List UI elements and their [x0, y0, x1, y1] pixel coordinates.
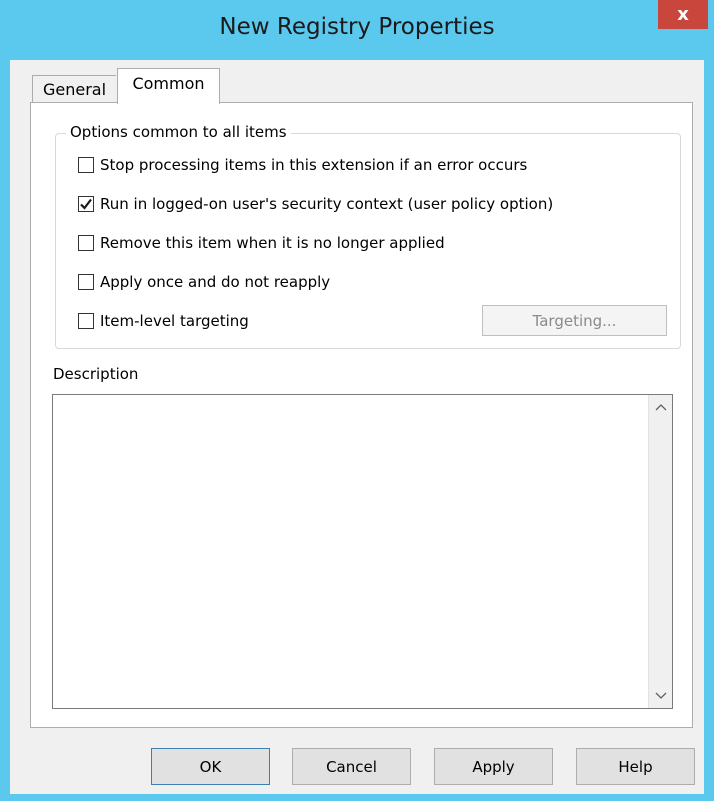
dialog-window: New Registry Properties x General Common…	[0, 0, 714, 801]
dialog-client-area: General Common Options common to all ite…	[10, 60, 704, 794]
close-button[interactable]: x	[658, 0, 708, 29]
close-icon: x	[677, 4, 689, 25]
cancel-button[interactable]: Cancel	[292, 748, 411, 785]
chevron-up-icon	[655, 404, 666, 411]
run-in-user-context-label: Run in logged-on user's security context…	[100, 195, 554, 213]
option-remove-when-not-applied[interactable]: Remove this item when it is no longer ap…	[78, 234, 445, 252]
stop-processing-label: Stop processing items in this extension …	[100, 156, 528, 174]
remove-when-not-applied-label: Remove this item when it is no longer ap…	[100, 234, 445, 252]
targeting-button[interactable]: Targeting...	[482, 305, 667, 336]
option-apply-once[interactable]: Apply once and do not reapply	[78, 273, 330, 291]
apply-once-label: Apply once and do not reapply	[100, 273, 331, 291]
description-label: Description	[53, 365, 139, 383]
help-button[interactable]: Help	[576, 748, 695, 785]
apply-once-checkbox[interactable]	[78, 274, 94, 290]
description-scrollbar[interactable]	[648, 395, 672, 708]
option-item-level-targeting[interactable]: Item-level targeting	[78, 312, 249, 330]
options-group-legend: Options common to all items	[66, 123, 291, 141]
description-textarea[interactable]	[52, 394, 673, 709]
checkmark-icon	[80, 198, 92, 210]
remove-when-not-applied-checkbox[interactable]	[78, 235, 94, 251]
window-title: New Registry Properties	[219, 14, 495, 40]
option-stop-processing[interactable]: Stop processing items in this extension …	[78, 156, 527, 174]
run-in-user-context-checkbox[interactable]	[78, 196, 94, 212]
apply-button[interactable]: Apply	[434, 748, 553, 785]
tab-panel-common: Options common to all items Stop process…	[30, 102, 693, 728]
tab-general[interactable]: General	[32, 75, 116, 103]
item-level-targeting-checkbox[interactable]	[78, 313, 94, 329]
options-group: Options common to all items Stop process…	[55, 123, 681, 349]
option-run-in-user-context[interactable]: Run in logged-on user's security context…	[78, 195, 553, 213]
stop-processing-checkbox[interactable]	[78, 157, 94, 173]
item-level-targeting-label: Item-level targeting	[100, 312, 249, 330]
scroll-down-button[interactable]	[649, 684, 672, 708]
title-bar[interactable]: New Registry Properties x	[0, 0, 714, 60]
scroll-up-button[interactable]	[649, 395, 672, 419]
chevron-down-icon	[655, 692, 666, 699]
ok-button[interactable]: OK	[151, 748, 270, 785]
tab-common[interactable]: Common	[117, 68, 220, 104]
